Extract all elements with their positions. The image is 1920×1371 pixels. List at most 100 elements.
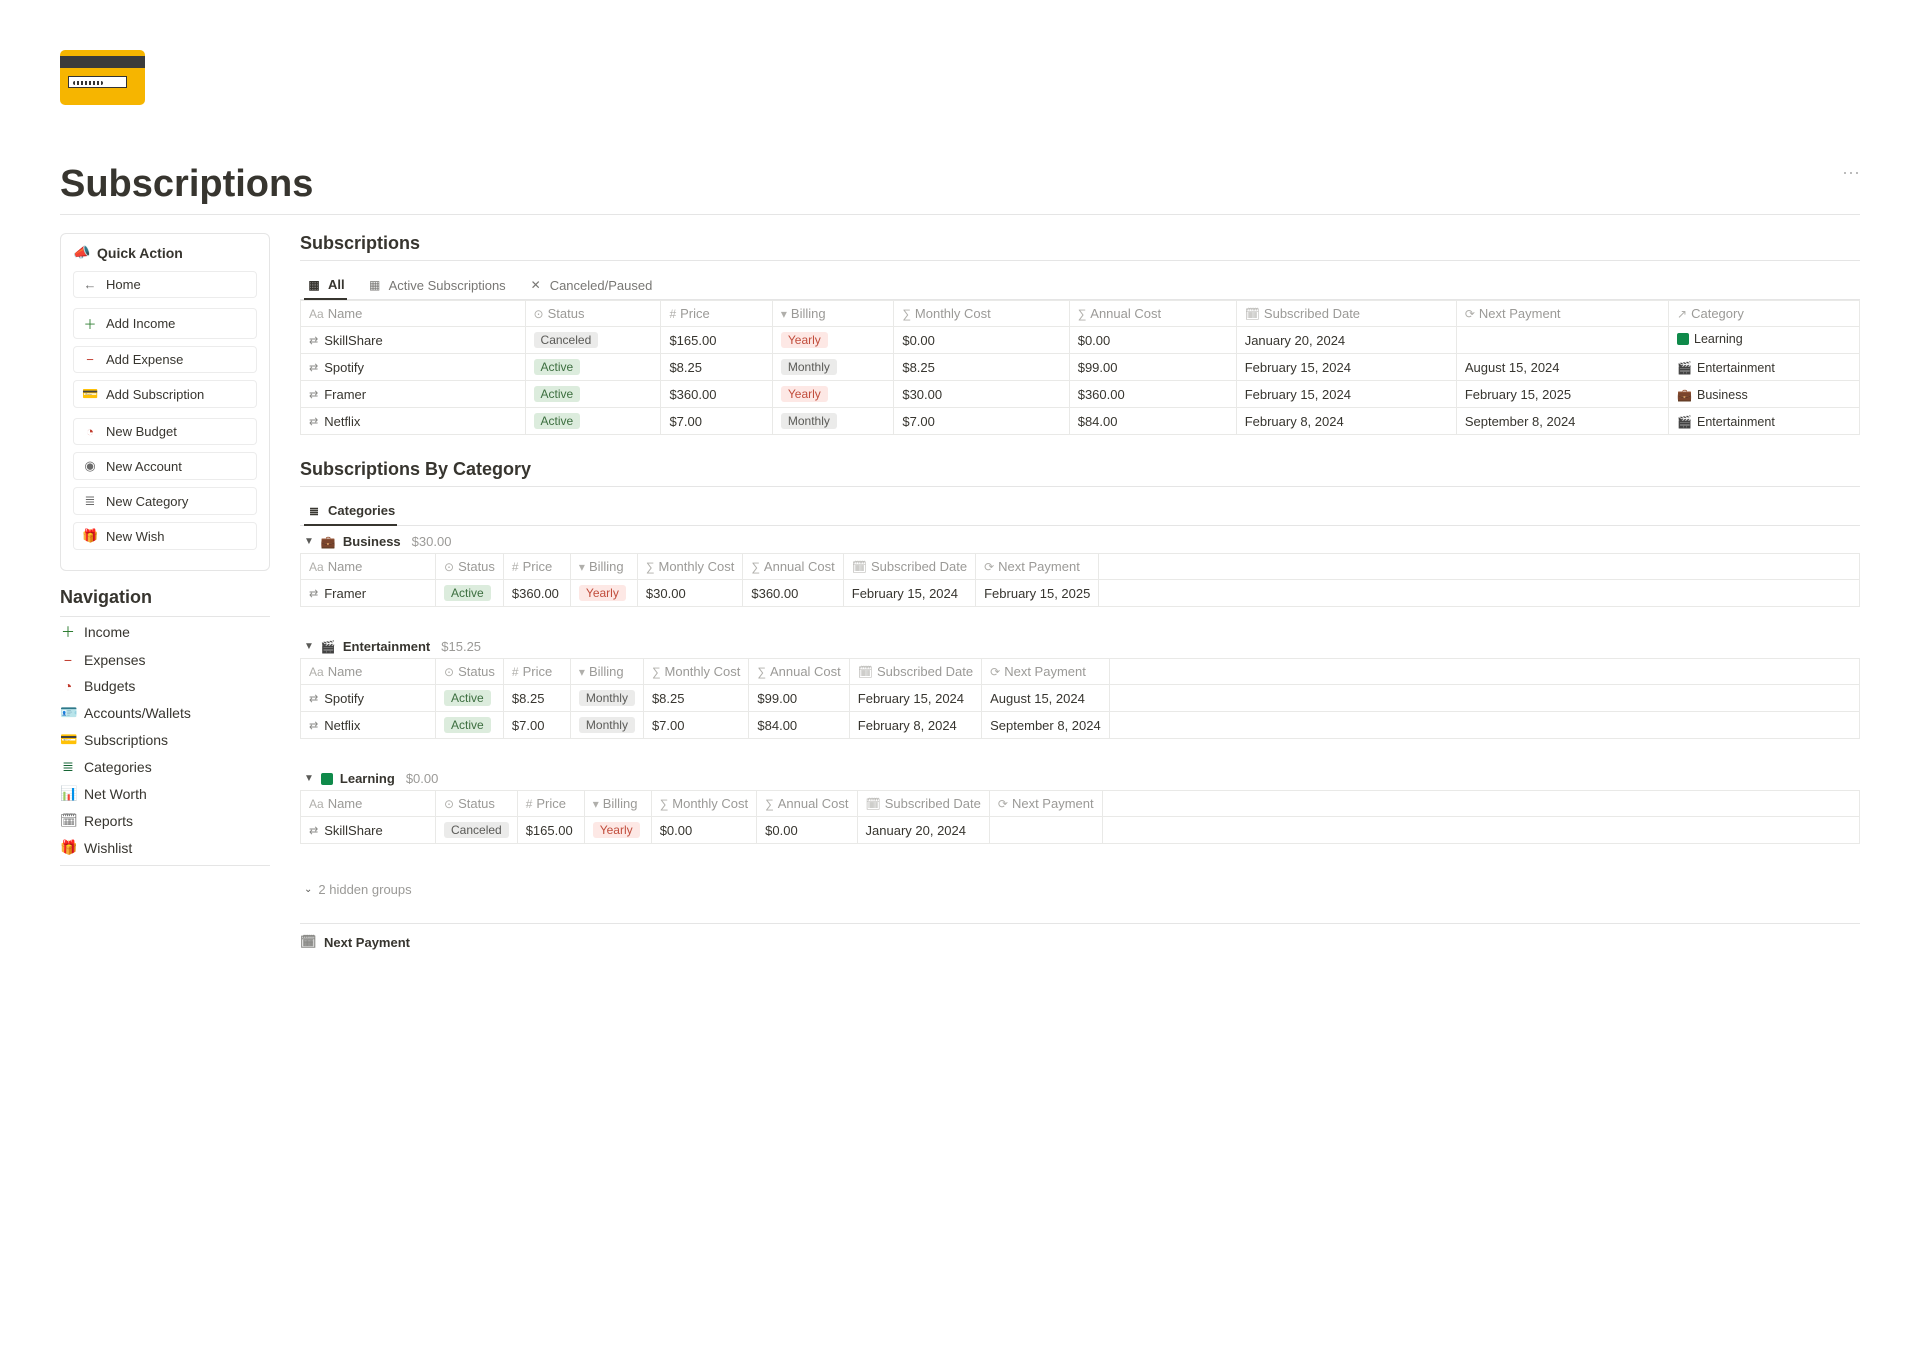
row-name[interactable]: ⇄SkillShare <box>309 333 517 348</box>
stack-icon: ≣ <box>60 758 76 775</box>
col-status[interactable]: ⊙Status <box>525 301 661 327</box>
table-row[interactable]: ⇄SkillShareCanceled$165.00Yearly$0.00$0.… <box>301 817 1860 844</box>
next-cell: September 8, 2024 <box>982 712 1110 739</box>
add-income-button[interactable]: ＋ Add Income <box>73 308 257 339</box>
nav-subscriptions[interactable]: 💳 Subscriptions <box>60 726 270 753</box>
group-header[interactable]: ▼🎬Entertainment$15.25 <box>300 631 1860 658</box>
col-billing[interactable]: ▾Billing <box>772 301 893 327</box>
hidden-groups-toggle[interactable]: ⌄ 2 hidden groups <box>300 868 1860 897</box>
col-price[interactable]: #Price <box>503 659 570 685</box>
col-next[interactable]: ⟳Next Payment <box>982 659 1110 685</box>
col-subdate[interactable]: 🗓Subscribed Date <box>843 554 975 580</box>
new-category-button[interactable]: ≣ New Category <box>73 487 257 515</box>
col-name[interactable]: AaName <box>301 554 436 580</box>
col-subdate[interactable]: 🗓Subscribed Date <box>857 791 989 817</box>
nav-expenses[interactable]: − Expenses <box>60 647 270 673</box>
swap-icon: ⇄ <box>309 587 318 600</box>
col-subdate[interactable]: 🗓Subscribed Date <box>849 659 981 685</box>
col-price[interactable]: #Price <box>517 791 584 817</box>
col-status[interactable]: ⊙Status <box>436 659 504 685</box>
table-row[interactable]: ⇄FramerActive$360.00Yearly$30.00$360.00F… <box>301 580 1860 607</box>
group-header[interactable]: ▼💼Business$30.00 <box>300 526 1860 553</box>
plus-icon: ＋ <box>82 314 98 333</box>
row-name[interactable]: ⇄SkillShare <box>309 823 427 838</box>
entertainment-icon: 🎬 <box>1677 415 1692 429</box>
nav-networth[interactable]: 📊 Net Worth <box>60 780 270 807</box>
relation-icon: ↗ <box>1677 307 1687 321</box>
col-subdate[interactable]: 🗓Subscribed Date <box>1236 301 1456 327</box>
table-row[interactable]: ⇄NetflixActive$7.00Monthly$7.00$84.00Feb… <box>301 712 1860 739</box>
category-chip[interactable]: 💼Business <box>1677 388 1748 402</box>
category-chip[interactable]: Learning <box>1677 332 1743 346</box>
new-budget-button[interactable]: ◔ New Budget <box>73 418 257 445</box>
add-expense-button[interactable]: − Add Expense <box>73 346 257 373</box>
col-annual[interactable]: ∑Annual Cost <box>743 554 843 580</box>
nav-accounts[interactable]: 🪪 Accounts/Wallets <box>60 699 270 726</box>
by-category-tabs: ≣ Categories <box>300 493 1860 526</box>
nav-categories[interactable]: ≣ Categories <box>60 753 270 780</box>
table-row[interactable]: ⇄FramerActive$360.00Yearly$30.00$360.00F… <box>301 381 1860 408</box>
col-price[interactable]: #Price <box>503 554 570 580</box>
col-annual[interactable]: ∑Annual Cost <box>1069 301 1236 327</box>
col-monthly[interactable]: ∑Monthly Cost <box>637 554 742 580</box>
page-menu-icon[interactable]: ⋯ <box>1842 163 1860 184</box>
next-payment-view[interactable]: 🗓 Next Payment <box>300 923 1860 950</box>
table-row[interactable]: ⇄SkillShareCanceled$165.00Yearly$0.00$0.… <box>301 327 1860 354</box>
row-name[interactable]: ⇄Netflix <box>309 414 517 429</box>
row-name[interactable]: ⇄Netflix <box>309 718 427 733</box>
col-price[interactable]: #Price <box>661 301 772 327</box>
row-name[interactable]: ⇄Spotify <box>309 360 517 375</box>
formula-icon: ∑ <box>902 307 911 321</box>
nav-wishlist[interactable]: 🎁 Wishlist <box>60 834 270 861</box>
tab-categories[interactable]: ≣ Categories <box>304 499 397 526</box>
row-name[interactable]: ⇄Framer <box>309 387 517 402</box>
add-subscription-button[interactable]: 💳 Add Subscription <box>73 380 257 408</box>
contact-icon: 🪪 <box>60 704 76 721</box>
col-billing[interactable]: ▾Billing <box>584 791 651 817</box>
tab-canceled-label: Canceled/Paused <box>550 278 653 293</box>
col-name[interactable]: AaName <box>301 791 436 817</box>
group-header[interactable]: ▼Learning$0.00 <box>300 763 1860 790</box>
new-account-button[interactable]: ◉ New Account <box>73 452 257 480</box>
col-billing[interactable]: ▾Billing <box>570 659 643 685</box>
tab-canceled[interactable]: ✕ Canceled/Paused <box>526 274 655 299</box>
swap-icon: ⇄ <box>309 334 318 347</box>
entertainment-icon: 🎬 <box>1677 361 1692 375</box>
col-status[interactable]: ⊙Status <box>436 791 518 817</box>
col-next[interactable]: ⟳Next Payment <box>976 554 1099 580</box>
col-annual[interactable]: ∑Annual Cost <box>749 659 849 685</box>
col-next[interactable]: ⟳Next Payment <box>1456 301 1668 327</box>
table-row[interactable]: ⇄NetflixActive$7.00Monthly$7.00$84.00Feb… <box>301 408 1860 435</box>
add-subscription-label: Add Subscription <box>106 387 204 402</box>
subscriptions-table: AaName ⊙Status #Price ▾Billing ∑Monthly … <box>300 300 1860 435</box>
col-annual[interactable]: ∑Annual Cost <box>757 791 857 817</box>
col-category[interactable]: ↗Category <box>1669 301 1860 327</box>
table-row[interactable]: ⇄SpotifyActive$8.25Monthly$8.25$99.00Feb… <box>301 685 1860 712</box>
row-name[interactable]: ⇄Framer <box>309 586 427 601</box>
col-name[interactable]: AaName <box>301 659 436 685</box>
col-billing[interactable]: ▾Billing <box>570 554 637 580</box>
col-status[interactable]: ⊙Status <box>436 554 504 580</box>
repeat-icon: ⟳ <box>1465 307 1475 321</box>
status-pill: Active <box>534 386 581 402</box>
col-next[interactable]: ⟳Next Payment <box>989 791 1102 817</box>
billing-pill: Monthly <box>579 717 635 733</box>
calendar-icon: 🗓 <box>60 812 76 829</box>
col-monthly[interactable]: ∑Monthly Cost <box>643 659 748 685</box>
table-row[interactable]: ⇄SpotifyActive$8.25Monthly$8.25$99.00Feb… <box>301 354 1860 381</box>
new-budget-label: New Budget <box>106 424 177 439</box>
col-name[interactable]: AaName <box>301 301 526 327</box>
category-chip[interactable]: 🎬Entertainment <box>1677 361 1775 375</box>
row-name[interactable]: ⇄Spotify <box>309 691 427 706</box>
new-wish-button[interactable]: 🎁 New Wish <box>73 522 257 550</box>
home-button[interactable]: ← Home <box>73 271 257 298</box>
nav-budgets[interactable]: ◔ Budgets <box>60 673 270 699</box>
col-monthly[interactable]: ∑Monthly Cost <box>894 301 1069 327</box>
nav-label: Budgets <box>84 678 135 694</box>
category-chip[interactable]: 🎬Entertainment <box>1677 415 1775 429</box>
nav-reports[interactable]: 🗓 Reports <box>60 807 270 834</box>
nav-income[interactable]: ＋ Income <box>60 617 270 647</box>
tab-active[interactable]: ▦ Active Subscriptions <box>365 274 508 299</box>
tab-all[interactable]: ▦ All <box>304 273 347 300</box>
col-monthly[interactable]: ∑Monthly Cost <box>651 791 756 817</box>
